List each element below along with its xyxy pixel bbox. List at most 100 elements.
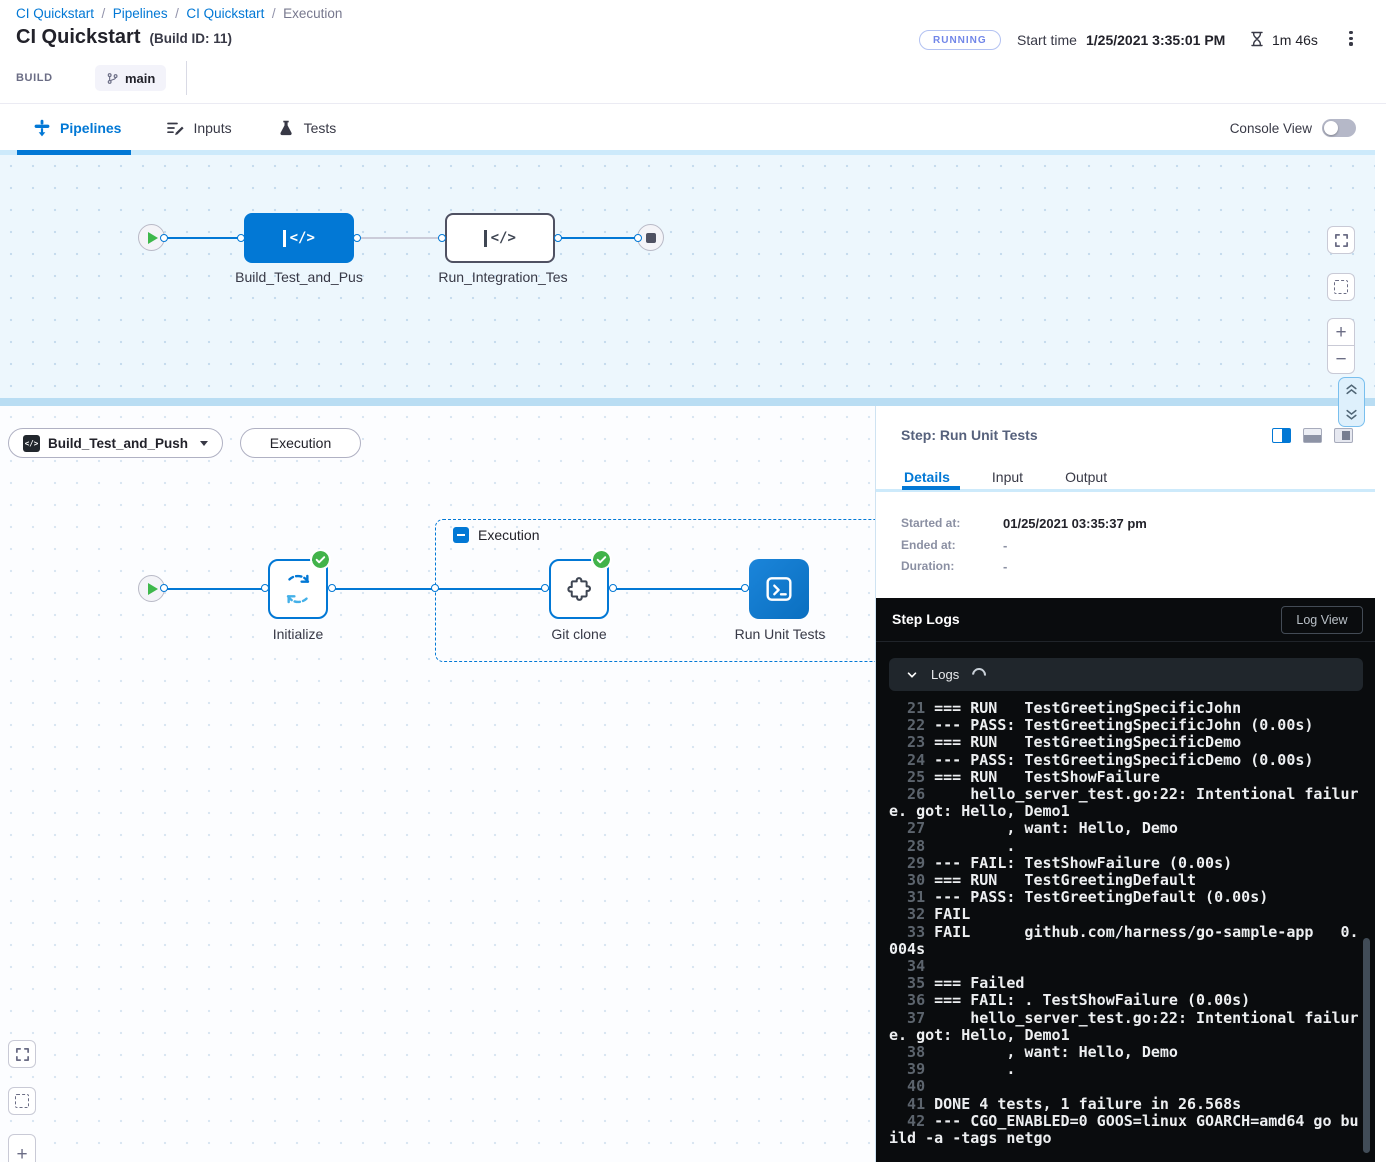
log-view-button[interactable]: Log View bbox=[1281, 606, 1363, 634]
log-line-number: 25 bbox=[889, 769, 925, 786]
step-node-initialize[interactable] bbox=[268, 559, 328, 619]
log-line-number: 36 bbox=[889, 992, 925, 1009]
step-label: Git clone bbox=[499, 626, 659, 642]
edge bbox=[164, 237, 246, 239]
log-line: 36=== FAIL: . TestShowFailure (0.00s) bbox=[889, 992, 1359, 1009]
stage-selector-dropdown[interactable]: </> Build_Test_and_Push bbox=[8, 428, 223, 458]
build-section-label: BUILD bbox=[16, 72, 53, 84]
log-line-number: 38 bbox=[889, 1044, 925, 1061]
connector-port bbox=[541, 584, 549, 592]
zoom-in-button[interactable]: + bbox=[8, 1134, 36, 1162]
start-time-label: Start time bbox=[1017, 32, 1077, 48]
log-line: 25 === RUN TestShowFailure bbox=[889, 769, 1359, 786]
step-node-run-unit-tests[interactable] bbox=[749, 559, 809, 619]
stage-node-run-integration-tests[interactable]: </> bbox=[445, 213, 555, 263]
log-line: 39 . bbox=[889, 1061, 1359, 1078]
breadcrumb-item[interactable]: CI Quickstart bbox=[16, 6, 113, 21]
breadcrumb-item[interactable]: CI Quickstart bbox=[186, 6, 283, 21]
detail-row-started: Started at: 01/25/2021 03:35:37 pm bbox=[901, 516, 1147, 531]
minus-icon: − bbox=[1335, 350, 1346, 369]
execution-group-header: Execution bbox=[453, 527, 539, 543]
tab-tests[interactable]: Tests bbox=[277, 119, 337, 137]
step-label: Run Unit Tests bbox=[700, 626, 860, 642]
git-branch-icon bbox=[106, 72, 119, 85]
console-view-toggle[interactable] bbox=[1322, 119, 1356, 137]
log-line-text: FAIL github.com/harness/go-sample-app 0.… bbox=[889, 923, 1359, 958]
layout-right-panel-icon[interactable] bbox=[1334, 428, 1353, 443]
log-line: 41DONE 4 tests, 1 failure in 26.568s bbox=[889, 1096, 1359, 1113]
terminal-icon bbox=[763, 573, 795, 605]
stage-canvas[interactable]: </> Build_Test_and_Push Execution Execut… bbox=[0, 406, 875, 1162]
header: CI QuickstartPipelinesCI QuickstartExecu… bbox=[0, 0, 1386, 103]
collapse-group-icon[interactable] bbox=[453, 527, 469, 543]
log-line-number: 26 bbox=[889, 786, 925, 803]
tab-pipelines-label: Pipelines bbox=[60, 120, 121, 136]
layout-right-split-icon[interactable] bbox=[1272, 428, 1291, 443]
stage-selector-label: Build_Test_and_Push bbox=[48, 436, 188, 451]
log-line-text: === RUN TestShowFailure bbox=[934, 768, 1160, 786]
branch-name: main bbox=[125, 71, 155, 86]
stage-label: Build_Test_and_Pus bbox=[219, 269, 379, 285]
log-line: 24 --- PASS: TestGreetingSpecificDemo (0.… bbox=[889, 752, 1359, 769]
fullscreen-button[interactable] bbox=[1327, 226, 1355, 254]
tab-inputs[interactable]: Inputs bbox=[166, 119, 231, 137]
log-line-number: 37 bbox=[889, 1010, 925, 1027]
log-line-number: 24 bbox=[889, 752, 925, 769]
marquee-select-button[interactable] bbox=[8, 1087, 36, 1115]
pipeline-canvas[interactable]: </> </> Build_Test_and_Pus Run_Integrati… bbox=[0, 155, 1375, 398]
marquee-select-button[interactable] bbox=[1327, 273, 1355, 301]
panel-layout-controls bbox=[1272, 428, 1353, 443]
log-line-text: hello_server_test.go:22: Intentional fai… bbox=[889, 1009, 1359, 1044]
duration-value: - bbox=[1003, 559, 1007, 574]
tab-details[interactable]: Details bbox=[904, 469, 950, 485]
log-line-text: === Failed bbox=[934, 974, 1024, 992]
breadcrumb-item[interactable]: Execution bbox=[283, 6, 342, 21]
breadcrumb-item[interactable]: Pipelines bbox=[113, 6, 187, 21]
title-row: CI Quickstart (Build ID: 11) bbox=[16, 26, 232, 49]
duration-label: Duration: bbox=[901, 559, 1003, 574]
step-logs-panel: Step Logs Log View Logs 21=== RUN TestGr… bbox=[876, 598, 1375, 1162]
breadcrumb: CI QuickstartPipelinesCI QuickstartExecu… bbox=[16, 6, 342, 21]
layout-bottom-split-icon[interactable] bbox=[1303, 428, 1322, 443]
edge bbox=[164, 588, 268, 590]
kebab-menu-icon[interactable] bbox=[1344, 31, 1358, 49]
log-line-number: 27 bbox=[889, 820, 925, 837]
log-line: 35=== Failed bbox=[889, 975, 1359, 992]
connector-port bbox=[261, 584, 269, 592]
fullscreen-button[interactable] bbox=[8, 1040, 36, 1068]
stage-label: Run_Integration_Tes bbox=[423, 269, 583, 285]
start-time-value: 1/25/2021 3:35:01 PM bbox=[1086, 32, 1225, 48]
loading-spinner-icon bbox=[969, 665, 989, 685]
log-line: 21=== RUN TestGreetingSpecificJohn bbox=[889, 700, 1359, 717]
tab-bar: Pipelines Inputs Tests Console View bbox=[0, 103, 1386, 155]
log-line: 26 hello_server_test.go:22: Intentional … bbox=[889, 786, 1359, 820]
tab-pipelines[interactable]: Pipelines bbox=[33, 119, 121, 137]
zoom-in-button[interactable]: + bbox=[1327, 318, 1355, 346]
log-line-text: --- PASS: TestGreetingSpecificDemo (0.00… bbox=[934, 751, 1313, 769]
zoom-out-button[interactable]: − bbox=[1327, 346, 1355, 374]
tab-input[interactable]: Input bbox=[992, 469, 1023, 485]
logs-section-toggle[interactable]: Logs bbox=[889, 658, 1363, 691]
chevron-double-down-icon bbox=[1345, 408, 1358, 421]
log-line-text: , want: Hello, Demo bbox=[934, 1043, 1178, 1061]
stage-node-build-test-and-push[interactable]: </> bbox=[244, 213, 354, 263]
canvas-divider[interactable] bbox=[0, 398, 1375, 406]
tab-output[interactable]: Output bbox=[1065, 469, 1107, 485]
log-line: 33FAIL github.com/harness/go-sample-app … bbox=[889, 924, 1359, 958]
connector-port bbox=[554, 234, 562, 242]
console-view-control: Console View bbox=[1230, 119, 1356, 137]
panel-resize-widget[interactable] bbox=[1338, 377, 1365, 427]
connector-port bbox=[353, 234, 361, 242]
code-icon: </> bbox=[283, 230, 315, 247]
execution-pill[interactable]: Execution bbox=[240, 428, 361, 458]
log-line-number: 40 bbox=[889, 1078, 925, 1095]
inputs-icon bbox=[166, 119, 184, 137]
play-icon bbox=[148, 583, 158, 595]
log-line: 34 bbox=[889, 958, 1359, 975]
edge bbox=[330, 588, 549, 590]
log-scrollbar-thumb[interactable] bbox=[1363, 938, 1370, 1153]
started-at-value: 01/25/2021 03:35:37 pm bbox=[1003, 516, 1147, 531]
step-node-git-clone[interactable] bbox=[549, 559, 609, 619]
fullscreen-icon bbox=[15, 1047, 30, 1062]
log-line: 32FAIL bbox=[889, 906, 1359, 923]
